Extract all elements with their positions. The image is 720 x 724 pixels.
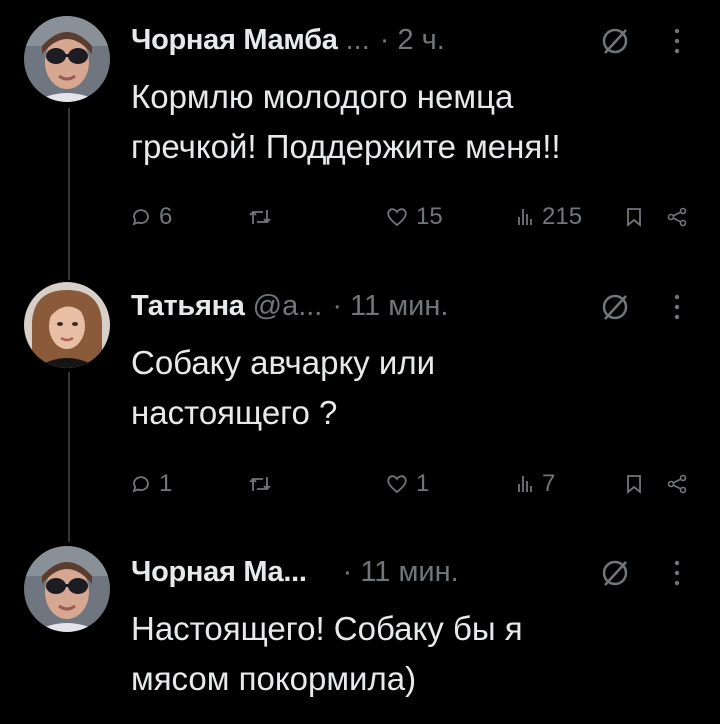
- bookmark-icon: [627, 475, 641, 494]
- grok-icon[interactable]: [598, 290, 632, 324]
- tweet-actions: 1 1 7: [0, 467, 720, 501]
- retweet-icon: [249, 210, 271, 224]
- share-button[interactable]: [666, 467, 688, 501]
- reply-count: 6: [159, 203, 173, 230]
- timestamp[interactable]: 11 мин.: [360, 556, 458, 589]
- text-line: настоящего ?: [131, 394, 338, 431]
- separator: ·: [342, 555, 353, 588]
- text-line: Собаку авчарку или: [131, 344, 436, 381]
- like-count: 15: [416, 203, 443, 230]
- separator: ·: [332, 289, 343, 322]
- reply-icon: [132, 476, 149, 493]
- views-icon: [518, 476, 532, 492]
- views-count: 215: [542, 203, 583, 230]
- text-line: мясом покормила): [131, 660, 417, 697]
- author-name[interactable]: Татьяна: [131, 290, 245, 323]
- like-button[interactable]: 15: [386, 200, 443, 234]
- reply-button[interactable]: 1: [131, 467, 172, 501]
- author-handle[interactable]: @а...: [253, 290, 323, 323]
- grok-icon[interactable]: [598, 556, 632, 590]
- tweet-actions: 6 15 215: [0, 200, 720, 234]
- bookmark-button[interactable]: [626, 467, 642, 501]
- retweet-button[interactable]: [248, 467, 280, 501]
- text-line: Кормлю молодого немца: [131, 78, 514, 115]
- reply-button[interactable]: 6: [131, 200, 172, 234]
- views-count: 7: [542, 470, 556, 497]
- tweet-text: Настоящего! Собаку бы я мясом покормила): [131, 604, 691, 704]
- like-button[interactable]: 1: [386, 467, 429, 501]
- timestamp[interactable]: 11 мин.: [350, 290, 448, 323]
- bookmark-icon: [627, 208, 641, 227]
- more-icon[interactable]: [672, 292, 682, 322]
- text-line: гречкой! Поддержите меня!!: [131, 128, 561, 165]
- share-icon: [667, 474, 687, 494]
- reply-count: 1: [159, 470, 173, 497]
- timestamp[interactable]: 2 ч.: [397, 24, 444, 57]
- reply-icon: [132, 209, 149, 226]
- retweet-button[interactable]: [248, 200, 280, 234]
- more-icon[interactable]: [672, 558, 682, 588]
- share-button[interactable]: [666, 200, 688, 234]
- tweet-text: Собаку авчарку или настоящего ?: [131, 338, 691, 438]
- views-button[interactable]: 215: [516, 200, 582, 234]
- author-name[interactable]: Чорная Мамба: [131, 24, 338, 57]
- author-handle[interactable]: ...: [346, 24, 370, 57]
- retweet-icon: [249, 477, 271, 491]
- avatar[interactable]: [24, 16, 110, 102]
- avatar[interactable]: [24, 282, 110, 368]
- author-name[interactable]: Чорная Ма...: [131, 556, 307, 589]
- views-icon: [518, 209, 532, 225]
- grok-icon[interactable]: [598, 24, 632, 58]
- avatar[interactable]: [24, 546, 110, 632]
- share-icon: [667, 207, 687, 227]
- like-count: 1: [416, 470, 430, 497]
- more-icon[interactable]: [672, 26, 682, 56]
- text-line: Настоящего! Собаку бы я: [131, 610, 523, 647]
- like-icon: [387, 208, 407, 227]
- like-icon: [387, 475, 407, 494]
- thread-line: [68, 372, 70, 542]
- bookmark-button[interactable]: [626, 200, 642, 234]
- views-button[interactable]: 7: [516, 467, 555, 501]
- thread-line: [68, 108, 70, 280]
- separator: ·: [379, 23, 390, 56]
- tweet-text: Кормлю молодого немца гречкой! Поддержит…: [131, 72, 691, 172]
